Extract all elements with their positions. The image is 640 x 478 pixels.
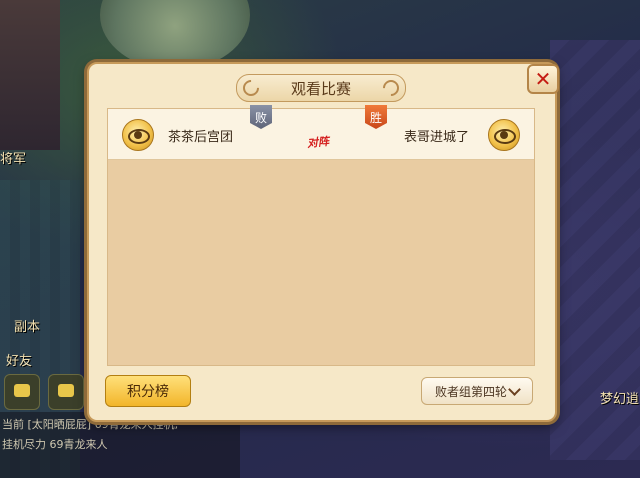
vs-label: 对阵 bbox=[306, 134, 330, 151]
round-select-label: 败者组第四轮 bbox=[434, 384, 507, 399]
win-badge: 胜 bbox=[365, 105, 387, 129]
side-label-dungeon[interactable]: 副本 bbox=[14, 316, 40, 335]
eye-pupil bbox=[500, 131, 508, 139]
chat-icon[interactable] bbox=[4, 374, 40, 410]
dialog-title-plate: 观看比赛 bbox=[236, 74, 406, 102]
chat-line: 挂机尽力 69青龙来人 bbox=[2, 438, 108, 451]
eye-pupil bbox=[134, 131, 142, 139]
ornament-icon bbox=[239, 76, 263, 100]
ornament-icon bbox=[379, 76, 403, 100]
umbrella-decoration bbox=[100, 0, 250, 70]
close-icon: ✕ bbox=[534, 67, 552, 91]
dialog-title: 观看比赛 bbox=[290, 79, 351, 98]
round-select[interactable]: 败者组第四轮 bbox=[421, 377, 533, 405]
right-team-name: 表哥进城了 bbox=[404, 130, 470, 145]
watch-left-eye-icon[interactable] bbox=[122, 119, 154, 151]
match-list: 茶茶后宫团 败 对阵 胜 表哥进城了 bbox=[107, 105, 535, 366]
leaderboard-button[interactable]: 积分榜 bbox=[105, 375, 191, 407]
side-label-friends[interactable]: 好友 bbox=[6, 350, 32, 369]
chevron-down-icon bbox=[508, 382, 521, 396]
watch-match-dialog: 观看比赛 ✕ 茶茶后宫团 败 对阵 胜 表哥进城了 积分榜 败者组第四轮 bbox=[87, 62, 559, 422]
microphone-icon[interactable] bbox=[48, 374, 84, 410]
left-team-name: 茶茶后宫团 bbox=[168, 130, 234, 145]
building-decoration bbox=[0, 0, 60, 150]
side-label-right: 梦幻逍 bbox=[600, 392, 640, 407]
lose-badge: 败 bbox=[250, 105, 272, 129]
match-row: 茶茶后宫团 败 对阵 胜 表哥进城了 bbox=[108, 105, 534, 160]
watch-right-eye-icon[interactable] bbox=[488, 119, 520, 151]
close-button[interactable]: ✕ bbox=[527, 64, 559, 94]
side-label-general: 将军 bbox=[0, 152, 27, 167]
